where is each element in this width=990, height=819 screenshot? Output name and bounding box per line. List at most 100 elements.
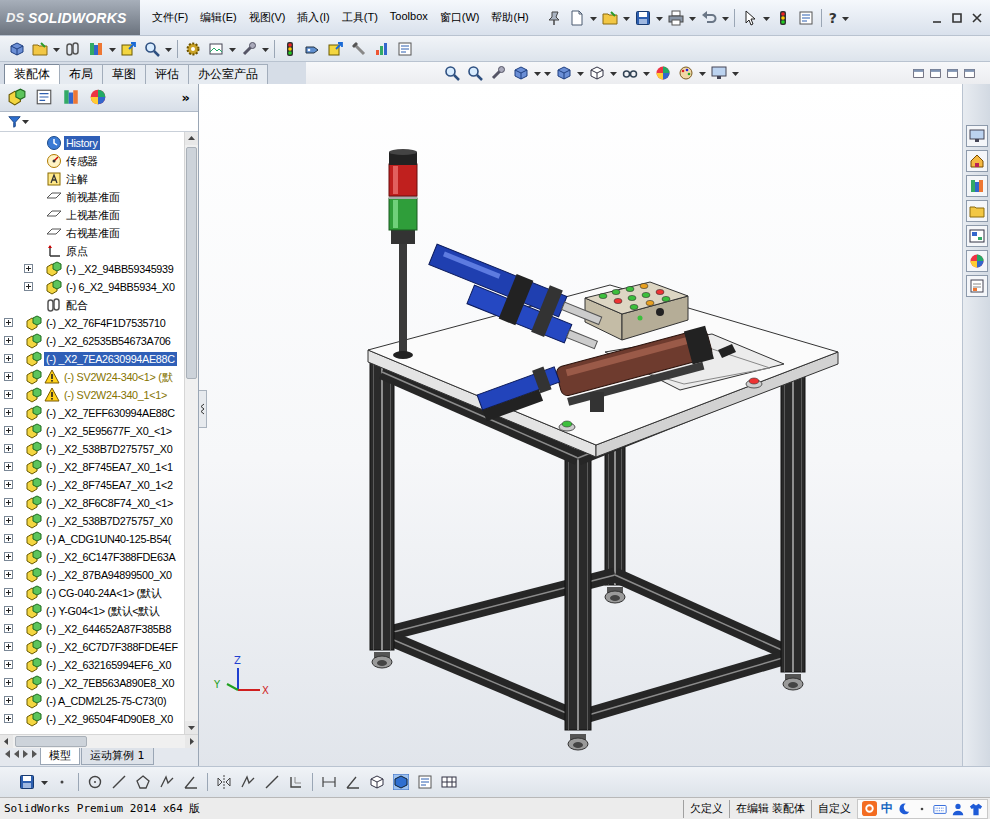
reference-geometry-button[interactable]	[238, 38, 260, 60]
expand-plus-icon[interactable]	[4, 318, 13, 327]
tree-item[interactable]: 传感器	[0, 152, 184, 170]
save-dropdown[interactable]	[655, 7, 664, 29]
expand-plus-icon[interactable]	[4, 444, 13, 453]
sketch-fillet-icon[interactable]	[183, 774, 199, 790]
linear-pattern-button[interactable]	[85, 38, 107, 60]
file-explorer-tab[interactable]	[966, 200, 988, 222]
tree-label[interactable]: (-) _X2_644652A87F385B8	[44, 622, 173, 636]
tree-item[interactable]: (-) _X2_62535B54673A706	[0, 332, 184, 350]
help-button[interactable]: ?	[826, 10, 840, 26]
scroll-right[interactable]	[185, 735, 198, 748]
display-manager-icon[interactable]	[89, 88, 107, 106]
iew:dynamic-annotation-dropdown-icon[interactable]	[534, 65, 541, 81]
print-dropdown[interactable]	[688, 7, 697, 29]
custom-properties-icon[interactable]	[969, 278, 985, 294]
tree-item[interactable]: (-) _X2_87BA94899500_X0	[0, 566, 184, 584]
print-icon[interactable]	[668, 10, 684, 26]
tree-label[interactable]: (-) _X2_7EFF630994AE88C	[44, 406, 177, 420]
command-tab[interactable]: 布局	[59, 64, 103, 84]
hide-show-icon[interactable]	[622, 65, 638, 81]
more-tabs-button[interactable]: »	[182, 90, 190, 105]
tree-label[interactable]: (-) _X2_538B7D275757_X0	[44, 514, 174, 528]
orient-dropdown[interactable]	[576, 62, 585, 84]
viewport-close-icon[interactable]	[963, 67, 976, 80]
command-tab[interactable]: 办公室产品	[188, 64, 268, 84]
tree-item[interactable]: (-) _X2_8F745EA7_X0_1<2	[0, 476, 184, 494]
select-icon[interactable]	[742, 10, 758, 26]
apply-scene-icon[interactable]	[678, 65, 694, 81]
section-view-icon[interactable]	[513, 65, 529, 81]
tree-item[interactable]: 前视基准面	[0, 188, 184, 206]
tree-item[interactable]: (-) _X2_6C147F388FDE63A	[0, 548, 184, 566]
custom-properties-tab[interactable]	[966, 275, 988, 297]
orient-dropdown-icon[interactable]	[577, 65, 584, 81]
soft-keyboard-icon[interactable]	[933, 802, 947, 816]
tree-item[interactable]: (-) SV2W24-340<1> (默	[0, 368, 184, 386]
scene-dropdown-icon[interactable]	[699, 65, 706, 81]
save-button[interactable]	[16, 771, 38, 793]
property-manager-tab[interactable]	[33, 86, 55, 108]
punctuation-icon[interactable]	[915, 802, 929, 816]
apply-scene-button[interactable]	[675, 62, 697, 84]
tree-label[interactable]: 注解	[64, 172, 89, 186]
smart-dimension-button[interactable]	[318, 771, 340, 793]
hide-dropdown[interactable]	[642, 62, 651, 84]
view-palette-icon[interactable]	[969, 228, 985, 244]
expand-plus-icon[interactable]	[24, 282, 33, 291]
expand-plus-icon[interactable]	[4, 390, 13, 399]
viewset-dropdown-icon[interactable]	[732, 65, 739, 81]
menu-item[interactable]: 工具(T)	[336, 8, 384, 27]
insert-component-icon[interactable]	[9, 41, 25, 57]
hide-show-button[interactable]	[619, 62, 641, 84]
menu-item[interactable]: Toolbox	[384, 8, 434, 27]
open-dropdown-icon[interactable]	[623, 10, 630, 26]
new-document-icon[interactable]	[569, 10, 585, 26]
offset-button[interactable]	[237, 771, 259, 793]
tree-label[interactable]: History	[64, 136, 100, 150]
tree-label[interactable]: (-) A_CDM2L25-75-C73(0)	[44, 694, 168, 708]
features-dropdown[interactable]	[228, 38, 237, 60]
scene-dropdown[interactable]	[698, 62, 707, 84]
tree-label[interactable]: (-) _X2_7EA2630994AE88C	[44, 352, 177, 366]
trim-button[interactable]	[156, 771, 178, 793]
tree-label[interactable]: 传感器	[64, 154, 100, 168]
scroll-up[interactable]	[185, 132, 198, 145]
angle-dimension-icon[interactable]	[345, 774, 361, 790]
construction-icon[interactable]	[264, 774, 280, 790]
expand-plus-icon[interactable]	[24, 264, 33, 273]
display-manager-tab[interactable]	[87, 86, 109, 108]
ime-language[interactable]: 中	[881, 800, 893, 817]
edit-appearance-button[interactable]	[652, 62, 674, 84]
display-dropdown[interactable]	[609, 62, 618, 84]
panel-collapse-handle[interactable]	[199, 390, 207, 428]
zoom-to-area-icon[interactable]	[467, 65, 483, 81]
view-settings-icon[interactable]	[711, 65, 727, 81]
interference-icon[interactable]	[374, 41, 390, 57]
menu-item[interactable]: 编辑(E)	[194, 8, 243, 27]
tree-item[interactable]: (-) CG-040-24A<1> (默认	[0, 584, 184, 602]
rebuild-button[interactable]	[772, 7, 794, 29]
assembly-model[interactable]: ZXY	[199, 84, 962, 766]
graphics-area[interactable]: ZXY	[199, 84, 962, 766]
3d-sketch-button[interactable]	[366, 771, 388, 793]
viewset-dropdown[interactable]	[731, 62, 740, 84]
expand-plus-icon[interactable]	[4, 534, 13, 543]
tree-item[interactable]: (-) _X2_96504F4D90E8_X0	[0, 710, 184, 728]
help-dropdown-icon[interactable]	[842, 10, 849, 26]
line-button[interactable]	[108, 771, 130, 793]
linear-pattern-icon[interactable]	[88, 41, 104, 57]
expand-plus-icon[interactable]	[4, 570, 13, 579]
viewport-next-icon[interactable]	[929, 67, 942, 80]
solidworks-resources-tab[interactable]	[966, 125, 988, 147]
filter-icon[interactable]	[8, 115, 21, 128]
new-part-button[interactable]	[29, 38, 51, 60]
expand-plus-icon[interactable]	[4, 372, 13, 381]
view-palette-tab[interactable]	[966, 225, 988, 247]
save-dropdown-icon[interactable]	[656, 10, 663, 26]
appearances-tab[interactable]	[966, 250, 988, 272]
save-button[interactable]	[632, 7, 654, 29]
open-button[interactable]	[599, 7, 621, 29]
select-dropdown-icon[interactable]	[763, 10, 770, 26]
tree-label[interactable]: (-) _X2_62535B54673A706	[44, 334, 173, 348]
shaded-button[interactable]	[390, 771, 412, 793]
